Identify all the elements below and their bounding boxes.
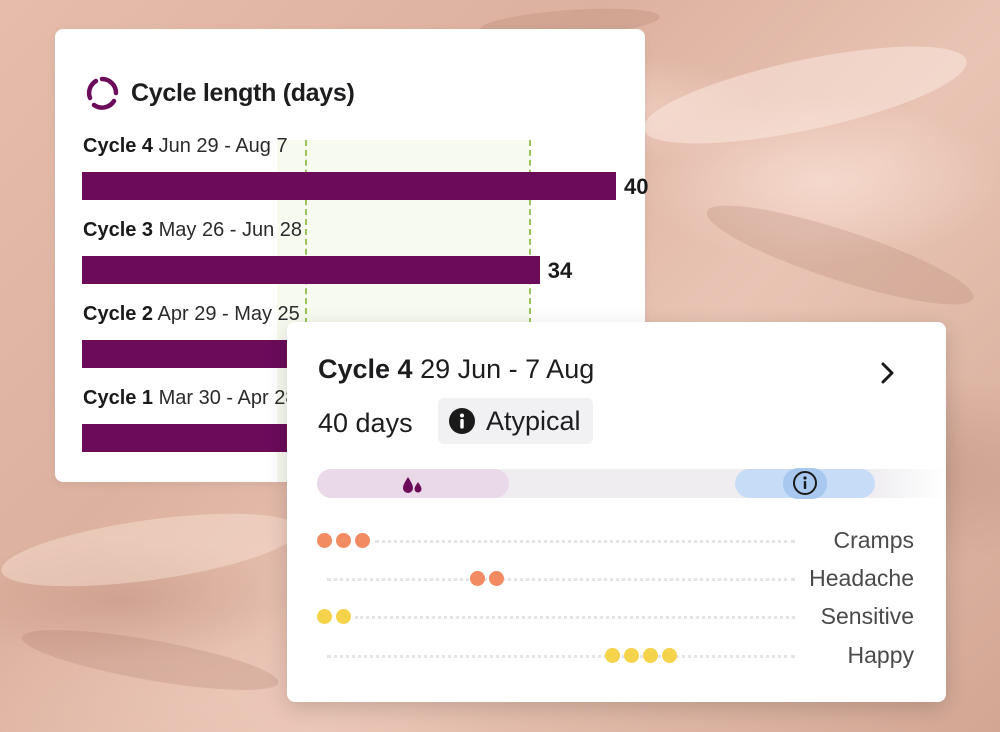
- chevron-right-icon[interactable]: [874, 360, 900, 386]
- cycle-timeline: [317, 468, 946, 499]
- bar-category: Cycle 4: [83, 135, 154, 157]
- symptom-dot: [662, 648, 677, 663]
- symptom-dot: [317, 609, 332, 624]
- symptom-dot: [355, 533, 370, 548]
- bar-date-range: Jun 29 - Aug 7: [153, 135, 288, 157]
- symptom-dot: [489, 571, 504, 586]
- detail-cycle-name: Cycle 4: [318, 354, 413, 384]
- symptom-row[interactable]: Happy: [317, 642, 914, 668]
- bar-label: Cycle 4 Jun 29 - Aug 7: [83, 135, 288, 158]
- drops-icon: [403, 477, 422, 493]
- symptom-dot: [336, 533, 351, 548]
- bar-label: Cycle 1 Mar 30 - Apr 28: [83, 387, 296, 410]
- symptom-track: [327, 655, 795, 658]
- bar-value-label: 34: [547, 258, 573, 283]
- bar-category: Cycle 2: [83, 303, 154, 325]
- symptom-label: Sensitive: [820, 603, 914, 629]
- symptom-label: Happy: [847, 642, 914, 668]
- bar-value-label: 40: [624, 174, 649, 199]
- atypical-badge[interactable]: Atypical: [438, 398, 593, 444]
- chart-title-text: Cycle length (days): [131, 78, 355, 107]
- symptom-row[interactable]: Cramps: [317, 527, 914, 553]
- bar-date-range: Mar 30 - Apr 28: [153, 387, 297, 409]
- bar-date-range: Apr 29 - May 25: [153, 303, 300, 325]
- symptom-row[interactable]: Headache: [317, 565, 914, 591]
- symptom-track: [327, 578, 795, 581]
- symptom-dot: [605, 648, 620, 663]
- info-icon: [449, 408, 475, 434]
- symptom-track: [375, 540, 795, 543]
- bar-label: Cycle 2 Apr 29 - May 25: [83, 303, 300, 326]
- symptom-track: [355, 616, 795, 619]
- bar[interactable]: [82, 256, 540, 284]
- symptom-dot: [317, 533, 332, 548]
- cycle-detail-card[interactable]: Cycle 4 29 Jun - 7 Aug 40 days Atypical: [287, 322, 946, 702]
- bar-category: Cycle 3: [83, 219, 154, 241]
- detail-cycle-dates: 29 Jun - 7 Aug: [420, 354, 595, 384]
- cycle-ring-icon: [86, 76, 119, 110]
- bar-date-range: May 26 - Jun 28: [153, 219, 303, 241]
- symptom-label: Cramps: [833, 527, 914, 553]
- symptom-row[interactable]: Sensitive: [317, 603, 914, 629]
- bar[interactable]: [82, 172, 616, 200]
- badge-label: Atypical: [486, 405, 581, 436]
- timeline-info-button[interactable]: [783, 468, 827, 499]
- period-segment[interactable]: [317, 469, 509, 498]
- symptom-dot: [336, 609, 351, 624]
- info-icon: [793, 471, 817, 495]
- symptom-dot: [643, 648, 658, 663]
- cycle-days: 40 days: [318, 408, 413, 438]
- detail-title: Cycle 4 29 Jun - 7 Aug: [318, 354, 594, 385]
- symptom-label: Headache: [809, 565, 914, 591]
- bar-category: Cycle 1: [83, 387, 154, 409]
- bar-label: Cycle 3 May 26 - Jun 28: [83, 219, 302, 242]
- symptom-dot: [624, 648, 639, 663]
- symptom-dot: [470, 571, 485, 586]
- chart-title: Cycle length (days): [85, 76, 355, 110]
